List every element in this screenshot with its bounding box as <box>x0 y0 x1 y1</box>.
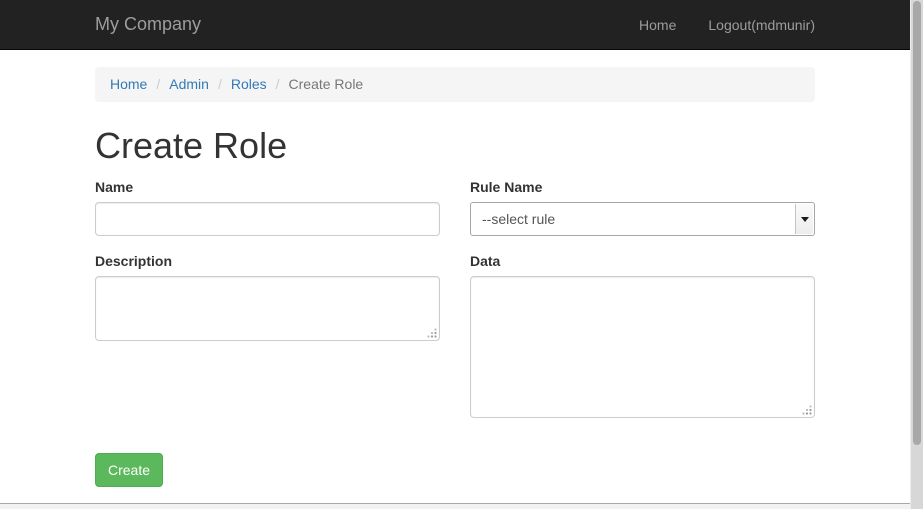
resize-grip-icon[interactable] <box>802 405 812 415</box>
vertical-scrollbar[interactable] <box>910 0 923 509</box>
dropdown-arrow-icon[interactable] <box>795 204 813 234</box>
rule-name-label: Rule Name <box>470 178 815 196</box>
content-area: My Company Home Logout(mdmunir) Home / A… <box>0 0 910 509</box>
breadcrumb: Home / Admin / Roles / Create Role <box>95 67 815 102</box>
breadcrumb-link-admin[interactable]: Admin <box>169 75 209 94</box>
footer-divider <box>0 503 910 509</box>
breadcrumb-current: Create Role <box>289 75 364 94</box>
breadcrumb-separator: / <box>276 75 280 94</box>
create-button[interactable]: Create <box>95 453 163 487</box>
breadcrumb-link-roles[interactable]: Roles <box>231 75 267 94</box>
page-title: Create Role <box>95 126 815 166</box>
navbar: My Company Home Logout(mdmunir) <box>0 0 910 50</box>
description-textarea[interactable] <box>95 276 440 341</box>
navbar-links: Home Logout(mdmunir) <box>639 17 815 33</box>
name-label: Name <box>95 178 440 196</box>
breadcrumb-separator: / <box>218 75 222 94</box>
form-row: Name Description Rule Name <box>80 178 830 434</box>
page: My Company Home Logout(mdmunir) Home / A… <box>0 0 923 509</box>
form-column-right: Rule Name --select rule Data <box>455 178 830 434</box>
description-label: Description <box>95 252 440 270</box>
nav-link-logout[interactable]: Logout(mdmunir) <box>708 17 815 33</box>
navbar-brand[interactable]: My Company <box>95 14 201 35</box>
breadcrumb-separator: / <box>156 75 160 94</box>
resize-grip-icon[interactable] <box>427 328 437 338</box>
breadcrumb-link-home[interactable]: Home <box>110 75 147 94</box>
nav-link-home[interactable]: Home <box>639 17 676 33</box>
scrollbar-thumb[interactable] <box>913 1 921 445</box>
rule-name-select[interactable]: --select rule <box>470 202 815 236</box>
name-input[interactable] <box>95 202 440 236</box>
data-textarea[interactable] <box>470 276 815 418</box>
rule-name-selected-option: --select rule <box>471 211 555 227</box>
form-column-left: Name Description <box>80 178 455 434</box>
data-label: Data <box>470 252 815 270</box>
